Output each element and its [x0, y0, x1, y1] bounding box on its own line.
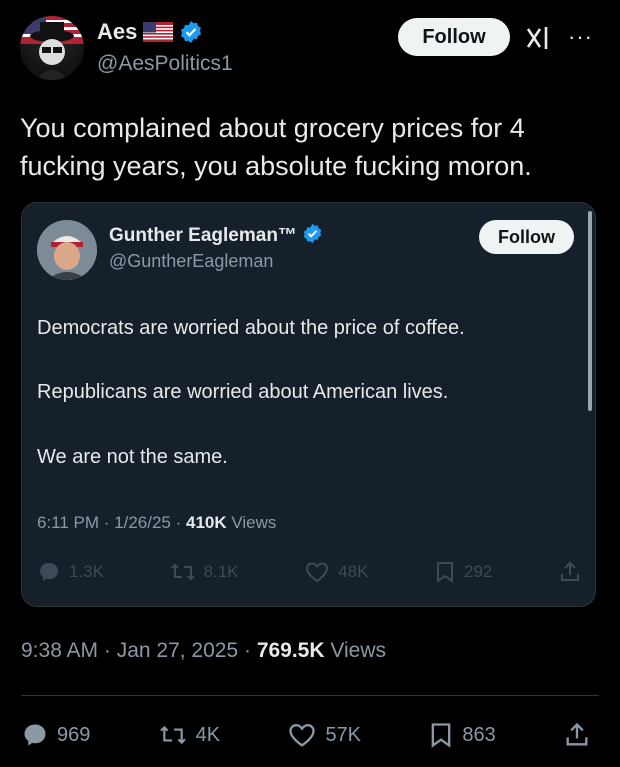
tweet-views-label: Views — [330, 639, 387, 662]
more-icon[interactable]: ··· — [568, 24, 593, 50]
quoted-reply-button[interactable]: 1.3K — [37, 560, 104, 584]
tweet-time[interactable]: 9:38 AM · Jan 27, 2025 · — [21, 639, 257, 662]
quoted-bookmark-count: 292 — [464, 562, 493, 581]
quoted-bookmark-button[interactable]: 292 — [434, 560, 492, 584]
quoted-author-name-row: Gunther Eagleman™ — [109, 223, 323, 249]
quoted-text-line: Republicans are worried about American l… — [37, 381, 449, 403]
share-icon — [558, 560, 582, 584]
quoted-text-line: Democrats are worried about the price of… — [37, 317, 465, 339]
quoted-repost-button[interactable]: 8.1K — [170, 560, 239, 584]
tweet-text: You complained about grocery prices for … — [20, 113, 532, 181]
repost-count: 4K — [195, 723, 221, 746]
share-button[interactable] — [563, 721, 591, 749]
like-button[interactable]: 57K — [287, 721, 361, 749]
quoted-timestamp: 6:11 PM · 1/26/25 · 410K Views — [37, 513, 276, 533]
repost-button[interactable]: 4K — [158, 722, 220, 748]
us-flag-icon — [143, 22, 174, 42]
bookmark-count: 863 — [462, 723, 496, 746]
repost-icon — [170, 560, 196, 584]
quoted-reply-count: 1.3K — [69, 562, 104, 581]
like-icon — [304, 560, 330, 584]
quoted-time[interactable]: 6:11 PM · 1/26/25 · — [37, 513, 186, 532]
divider — [21, 695, 599, 696]
bookmark-icon — [428, 721, 454, 749]
verified-badge-icon — [302, 223, 323, 249]
like-icon — [287, 721, 317, 749]
quoted-author-handle[interactable]: @GuntherEagleman — [109, 251, 273, 272]
quoted-like-button[interactable]: 48K — [304, 560, 368, 584]
author-name-row: Aes — [97, 16, 203, 48]
tweet-views-count: 769.5K — [256, 639, 325, 662]
quoted-share-button[interactable] — [558, 560, 582, 584]
bookmark-icon — [434, 560, 456, 584]
follow-button[interactable]: Follow — [398, 18, 510, 56]
share-icon — [563, 721, 591, 749]
like-count: 57K — [325, 723, 362, 746]
repost-icon — [158, 722, 188, 748]
quoted-author-name[interactable]: Gunther Eagleman™ — [109, 225, 297, 247]
quoted-tweet-card[interactable]: Gunther Eagleman™ @GuntherEagleman Follo… — [21, 202, 596, 607]
tweet-timestamp: 9:38 AM · Jan 27, 2025 · 769.5K Views — [21, 639, 386, 663]
quoted-views-count: 410K — [185, 513, 227, 532]
author-avatar[interactable] — [20, 16, 84, 80]
quoted-views-label: Views — [231, 513, 277, 532]
quoted-follow-button[interactable]: Follow — [479, 220, 574, 254]
reply-button[interactable]: 969 — [21, 721, 90, 749]
quoted-author-avatar[interactable] — [37, 220, 97, 280]
author-name[interactable]: Aes — [97, 19, 137, 45]
bookmark-button[interactable]: 863 — [428, 721, 496, 749]
reply-icon — [21, 721, 49, 749]
quoted-action-bar: 1.3K 8.1K 48K 292 — [37, 557, 582, 587]
quoted-like-count: 48K — [338, 562, 369, 581]
quoted-text-line: We are not the same. — [37, 446, 228, 468]
verified-badge-icon — [179, 20, 203, 44]
reply-icon — [37, 560, 61, 584]
quoted-repost-count: 8.1K — [203, 562, 239, 581]
scrollbar[interactable] — [588, 211, 592, 411]
author-handle[interactable]: @AesPolitics1 — [97, 52, 233, 76]
action-bar: 969 4K 57K 863 — [21, 717, 591, 753]
reply-count: 969 — [57, 723, 91, 746]
grok-icon[interactable] — [524, 23, 554, 53]
